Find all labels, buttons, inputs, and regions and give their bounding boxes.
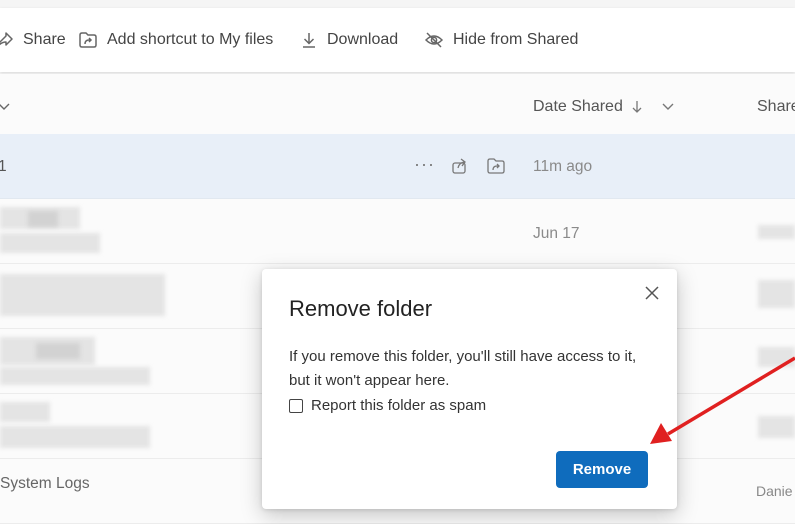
- more-options-icon[interactable]: ···: [414, 154, 435, 175]
- chevron-down-icon[interactable]: [662, 103, 674, 111]
- redacted-thumbnail: [28, 211, 58, 227]
- remove-button[interactable]: Remove: [556, 451, 648, 488]
- command-bar: Share Add shortcut to My files Download …: [0, 8, 795, 72]
- table-row[interactable]: Jun 17: [0, 199, 795, 264]
- folder-shortcut-icon: [79, 32, 97, 48]
- eye-off-icon: [424, 32, 444, 48]
- redacted-name: [0, 426, 150, 448]
- share-icon[interactable]: [451, 157, 469, 175]
- redacted-name: [0, 274, 165, 316]
- add-shortcut-label: Add shortcut to My files: [107, 31, 274, 48]
- redacted-thumbnail: [0, 402, 50, 422]
- redacted-name: [0, 367, 150, 385]
- folder-shortcut-icon[interactable]: [486, 157, 506, 175]
- redacted-shared-by: [758, 225, 795, 239]
- redacted-shared-by: [758, 280, 795, 308]
- add-shortcut-button[interactable]: Add shortcut to My files: [78, 8, 273, 72]
- share-label: Share: [23, 31, 66, 48]
- row-name: 1: [0, 158, 7, 175]
- close-icon[interactable]: [642, 283, 662, 303]
- remove-folder-dialog: Remove folder If you remove this folder,…: [262, 269, 677, 509]
- dialog-message: If you remove this folder, you'll still …: [289, 348, 637, 389]
- report-spam-checkbox[interactable]: [289, 398, 303, 413]
- download-label: Download: [327, 31, 399, 48]
- column-header-date-shared[interactable]: Date Shared: [533, 98, 623, 116]
- download-icon: [303, 33, 315, 48]
- hide-from-shared-button[interactable]: Hide from Shared: [424, 8, 578, 72]
- report-spam-checkbox-row[interactable]: Report this folder as spam: [289, 397, 486, 414]
- download-button[interactable]: Download: [300, 8, 398, 72]
- date-shared: 11m ago: [533, 158, 593, 175]
- row-name: System Logs: [0, 475, 90, 492]
- redacted-thumbnail: [36, 343, 80, 359]
- share-button[interactable]: Share: [0, 8, 66, 72]
- shared-by: Danie: [756, 483, 793, 499]
- column-header-shared-by[interactable]: Share: [757, 98, 795, 116]
- hide-from-shared-label: Hide from Shared: [453, 31, 579, 48]
- redacted-name: [0, 233, 100, 253]
- chevron-down-icon[interactable]: [0, 103, 10, 111]
- share-icon: [0, 32, 13, 46]
- date-shared: Jun 17: [533, 225, 580, 242]
- table-row[interactable]: 1 ··· 11m ago: [0, 134, 795, 199]
- redacted-shared-by: [758, 416, 795, 438]
- list-header: Date Shared Share: [0, 74, 795, 134]
- arrow-down-icon: [632, 101, 642, 113]
- report-spam-label: Report this folder as spam: [311, 397, 487, 414]
- dialog-title: Remove folder: [289, 296, 433, 321]
- redacted-shared-by: [758, 347, 795, 367]
